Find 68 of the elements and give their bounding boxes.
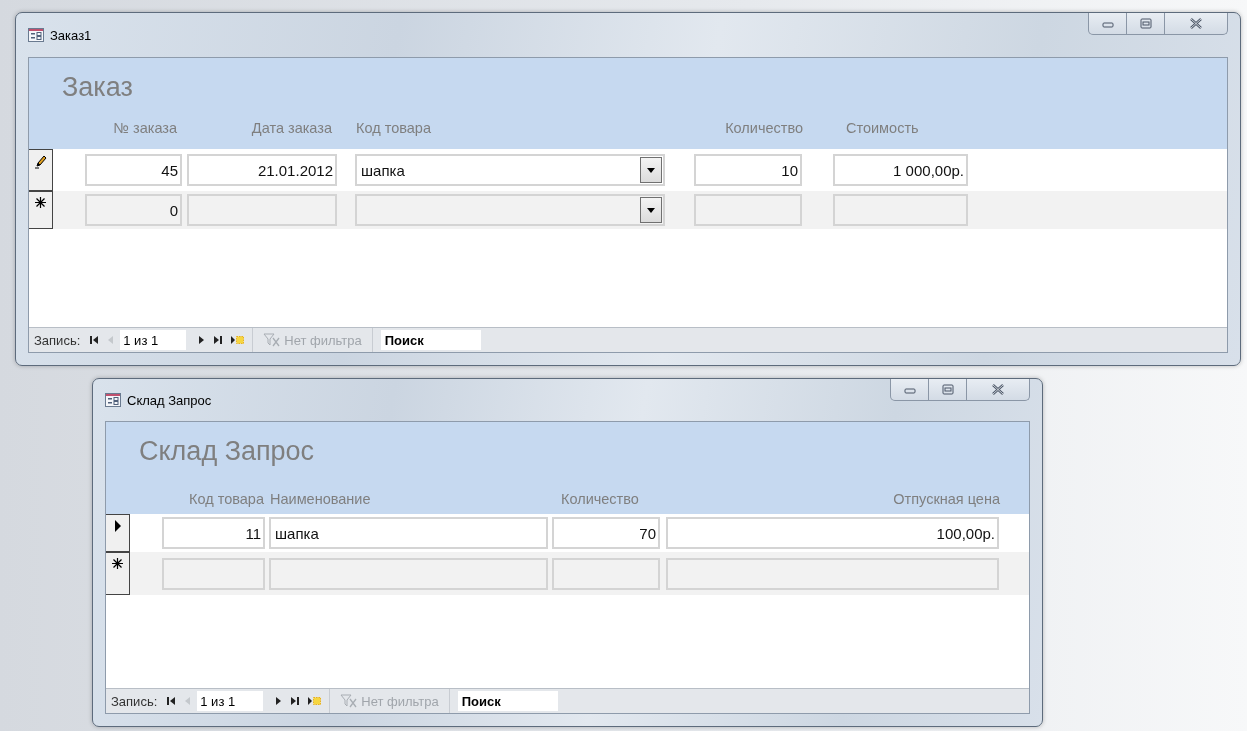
text-field[interactable]: 21.01.2012 (187, 154, 337, 186)
text-field[interactable] (694, 194, 802, 226)
funnel-icon (263, 333, 282, 347)
previous-icon (184, 696, 192, 706)
text-field[interactable] (187, 194, 337, 226)
window-title: Склад Запрос (127, 392, 212, 408)
column-label: Отпускная цена (892, 491, 1000, 507)
last-icon (213, 335, 223, 345)
text-field[interactable] (666, 557, 999, 590)
dropdown-button[interactable] (640, 157, 662, 183)
column-label: № заказа (112, 120, 178, 138)
minimize-icon (1101, 19, 1114, 28)
text-field[interactable] (162, 557, 265, 590)
form-title: Заказ (61, 71, 134, 104)
column-label: Дата заказа (250, 120, 333, 138)
asterisk-icon (112, 558, 123, 569)
text-field[interactable]: 10 (694, 154, 802, 186)
text-field[interactable]: шапка (269, 517, 548, 549)
last-icon (290, 696, 300, 706)
record-selector[interactable] (29, 191, 53, 229)
caret-icon (647, 207, 655, 213)
text-field[interactable]: 100,00р. (666, 517, 999, 549)
text-field[interactable]: 1 000,00р. (833, 154, 968, 186)
next-icon (275, 696, 283, 706)
minimize-icon (903, 385, 916, 394)
record-position-field[interactable]: 1 из 1 (197, 691, 264, 711)
caret-icon (647, 167, 655, 173)
record-selector[interactable] (106, 552, 130, 595)
record-position-field[interactable]: 1 из 1 (120, 330, 187, 350)
column-label: Код товара (188, 491, 265, 507)
pencil-icon (34, 155, 47, 169)
column-label: Стоимость (845, 120, 920, 138)
current-record-icon (113, 520, 122, 532)
record-label: Запись: (110, 693, 159, 709)
new-record-icon (230, 335, 245, 345)
form-title: Склад Запрос (138, 435, 316, 468)
combo-box[interactable]: шапка (355, 154, 665, 186)
close-icon (1189, 18, 1203, 29)
close-icon (991, 384, 1005, 395)
column-label: Количество (724, 120, 803, 138)
asterisk-icon (35, 197, 46, 208)
previous-icon (107, 335, 115, 345)
search-field[interactable]: Поиск (457, 691, 558, 711)
form-icon (28, 28, 44, 42)
window-title: Заказ1 (50, 27, 92, 43)
new-record-icon (307, 696, 322, 706)
text-field[interactable] (269, 557, 548, 590)
first-icon (167, 696, 177, 706)
text-field[interactable]: 45 (85, 154, 182, 186)
dropdown-button[interactable] (640, 197, 662, 223)
record-label: Запись: (33, 332, 82, 348)
text-field[interactable]: 11 (162, 517, 265, 549)
text-field[interactable] (833, 194, 968, 226)
maximize-icon (941, 384, 954, 395)
text-field[interactable] (552, 557, 660, 590)
column-label: Код товара (356, 120, 432, 138)
funnel-icon (340, 694, 359, 708)
record-selector[interactable] (106, 514, 130, 552)
column-label: Наименование (270, 491, 372, 507)
record-selector[interactable] (29, 149, 53, 191)
text-field[interactable]: 70 (552, 517, 660, 549)
first-icon (90, 335, 100, 345)
search-field[interactable]: Поиск (380, 330, 481, 350)
maximize-icon (1139, 18, 1152, 29)
next-icon (198, 335, 206, 345)
text-field[interactable]: 0 (85, 194, 182, 226)
column-label: Количество (560, 491, 640, 507)
form-icon (105, 393, 121, 407)
